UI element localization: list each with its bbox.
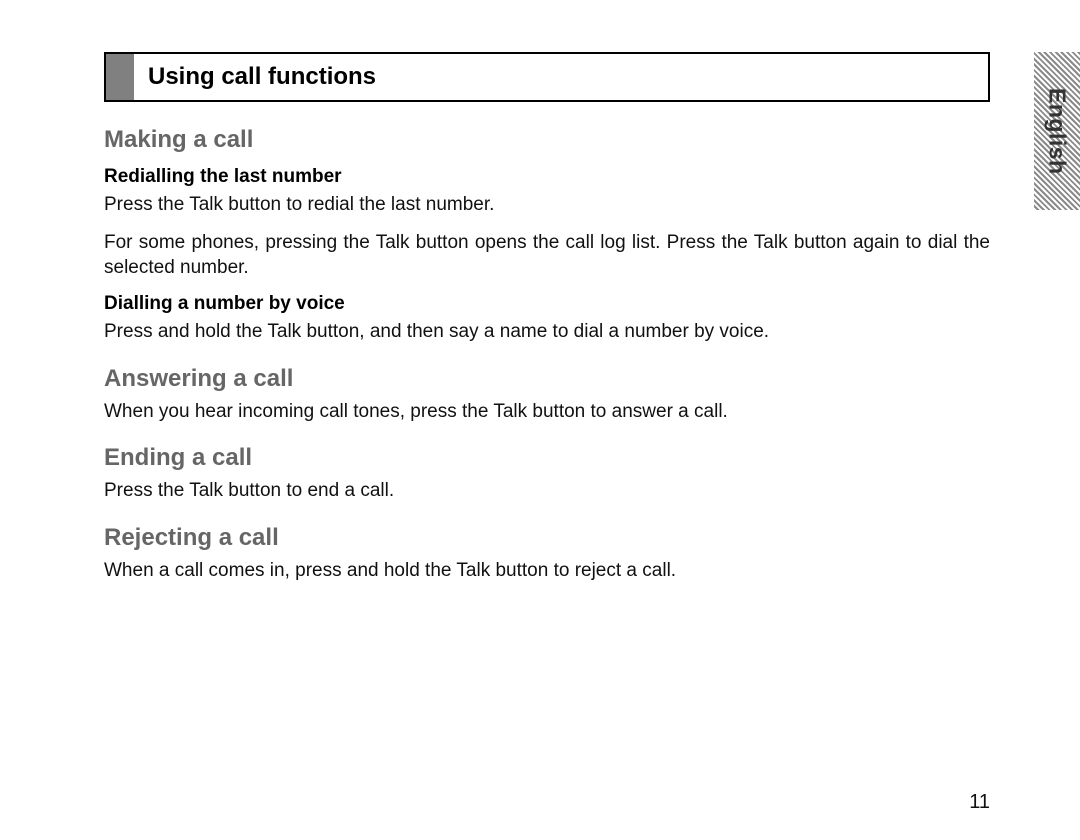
paragraph-answering: When you hear incoming call tones, press… <box>104 399 990 425</box>
subheading-redialling: Redialling the last number <box>104 166 990 188</box>
paragraph-redialling-2: For some phones, pressing the Talk butto… <box>104 230 990 281</box>
language-tab: English <box>1034 52 1080 210</box>
title-tab-accent <box>106 54 134 100</box>
subheading-dialling-voice: Dialling a number by voice <box>104 293 990 315</box>
page-title: Using call functions <box>134 54 376 100</box>
heading-answering: Answering a call <box>104 365 990 393</box>
paragraph-dialling-voice: Press and hold the Talk button, and then… <box>104 319 990 345</box>
title-bar: Using call functions <box>104 52 990 102</box>
heading-ending: Ending a call <box>104 444 990 472</box>
heading-making-a-call: Making a call <box>104 126 990 154</box>
paragraph-rejecting: When a call comes in, press and hold the… <box>104 558 990 584</box>
heading-rejecting: Rejecting a call <box>104 524 990 552</box>
page: Using call functions English Making a ca… <box>0 0 1080 840</box>
language-label: English <box>1044 88 1071 175</box>
page-number: 11 <box>969 791 990 814</box>
paragraph-redialling-1: Press the Talk button to redial the last… <box>104 192 990 218</box>
paragraph-ending: Press the Talk button to end a call. <box>104 478 990 504</box>
